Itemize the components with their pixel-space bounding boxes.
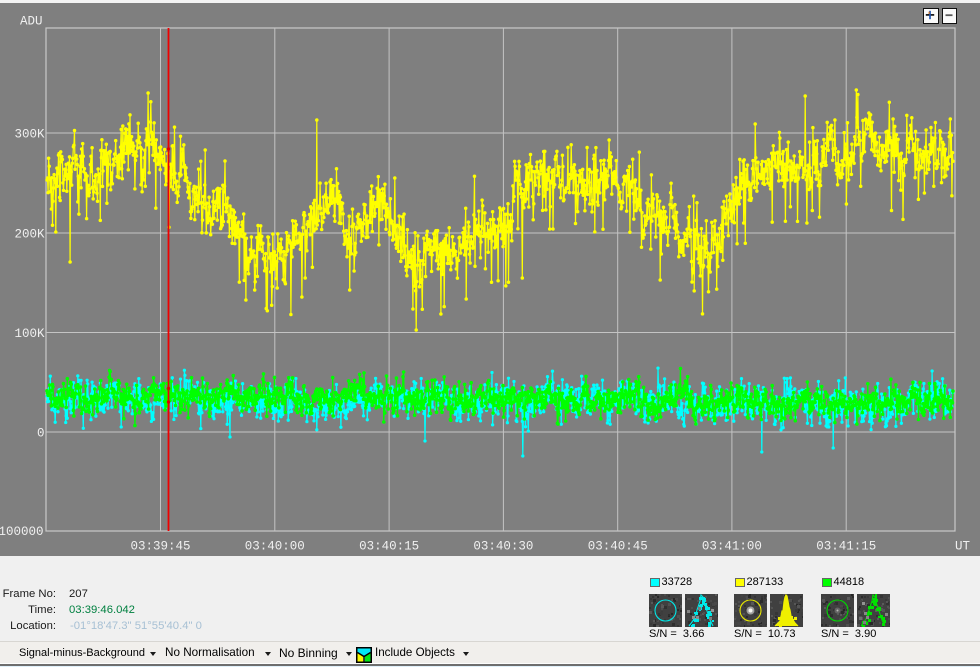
svg-text:100000: 100000 — [0, 525, 44, 539]
svg-text:03:40:45: 03:40:45 — [588, 540, 648, 554]
svg-text:03:39:45: 03:39:45 — [130, 540, 190, 554]
svg-text:03:41:00: 03:41:00 — [702, 540, 762, 554]
svg-text:03:40:30: 03:40:30 — [473, 540, 533, 554]
svg-text:ADU: ADU — [20, 15, 43, 29]
svg-text:03:41:15: 03:41:15 — [816, 540, 876, 554]
svg-text:03:40:00: 03:40:00 — [245, 540, 305, 554]
svg-text:100K: 100K — [14, 327, 45, 341]
svg-text:UT: UT — [955, 540, 971, 554]
svg-text:0: 0 — [37, 426, 45, 440]
svg-text:300K: 300K — [14, 127, 45, 141]
svg-text:200K: 200K — [14, 227, 45, 241]
svg-text:03:40:15: 03:40:15 — [359, 540, 419, 554]
